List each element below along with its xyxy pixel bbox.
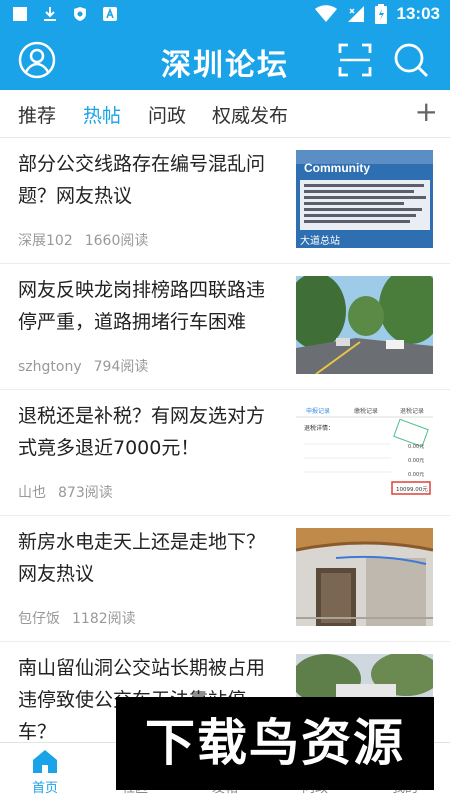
category-tabs: 推荐 热帖 问政 权威发布 + <box>0 90 450 138</box>
post-author: szhgtony <box>18 359 82 375</box>
app-title: 深圳论坛 <box>161 48 289 83</box>
tax-row-3: 0.00元 <box>408 472 424 478</box>
app-header: 深圳论坛 <box>0 30 450 90</box>
square-icon <box>13 7 27 21</box>
list-item[interactable]: 退税还是补税？有网友选对方式竟多退近7000元！ 山也 873阅读 申报记录 缴税… <box>0 390 450 516</box>
tax-tab-3: 退税记录 <box>400 407 424 415</box>
post-title[interactable]: 网友反映龙岗排榜路四联路违停严重，道路拥堵行车困难 <box>18 274 278 338</box>
post-author: 深展102 <box>18 233 73 249</box>
tax-row-1: 0.00元 <box>408 444 424 450</box>
post-thumbnail[interactable] <box>296 276 433 374</box>
tax-tab-2: 缴税记录 <box>354 407 378 415</box>
post-author: 包仔饭 <box>18 611 60 627</box>
bus-sign-footer: 大道总站 <box>300 234 340 247</box>
post-title[interactable]: 退税还是补税？有网友选对方式竟多退近7000元！ <box>18 400 278 464</box>
status-time: 13:03 <box>396 4 440 23</box>
post-author: 山也 <box>18 485 46 501</box>
post-meta: 深展102 1660阅读 <box>18 230 148 250</box>
tax-tab-1: 申报记录 <box>306 407 330 415</box>
scan-icon[interactable] <box>336 41 374 79</box>
status-left-icons <box>12 6 118 22</box>
post-meta: 包仔饭 1182阅读 <box>18 608 136 628</box>
tab-recommend[interactable]: 推荐 <box>18 101 56 128</box>
bus-sign-text: Community <box>304 161 370 175</box>
tax-heading: 退税详情： <box>304 424 334 432</box>
tax-row-2: 0.00元 <box>408 458 424 464</box>
tab-hot-posts[interactable]: 热帖 <box>83 101 121 128</box>
watermark-banner: 下载鸟资源 <box>116 697 434 790</box>
home-icon <box>33 750 57 773</box>
nav-home-label: 首页 <box>31 781 58 796</box>
shield-icon <box>74 7 86 21</box>
a-icon <box>103 7 117 21</box>
post-title[interactable]: 新房水电走天上还是走地下？网友热议 <box>18 526 278 590</box>
wifi-icon <box>314 5 337 22</box>
post-title[interactable]: 部分公交线路存在编号混乱问题？网友热议 <box>18 148 278 212</box>
status-bar: 13:03 <box>0 0 450 30</box>
list-item[interactable]: 新房水电走天上还是走地下？网友热议 包仔饭 1182阅读 <box>0 516 450 642</box>
post-meta: szhgtony 794阅读 <box>18 356 148 376</box>
signal-icon <box>347 6 364 22</box>
tab-official[interactable]: 权威发布 <box>212 101 288 128</box>
tax-highlight: 10099.00元 <box>396 486 428 493</box>
battery-icon <box>374 4 387 24</box>
search-icon[interactable] <box>392 41 430 79</box>
post-reads: 873阅读 <box>58 485 113 501</box>
add-tab-button[interactable]: + <box>415 98 438 126</box>
nav-home[interactable]: 首页 <box>0 747 90 796</box>
post-meta: 山也 873阅读 <box>18 482 113 502</box>
post-reads: 1660阅读 <box>84 233 149 249</box>
list-item[interactable]: 部分公交线路存在编号混乱问题？网友热议 深展102 1660阅读 Communit… <box>0 138 450 264</box>
post-thumbnail[interactable]: Community 大道总站 <box>296 150 433 248</box>
tab-inquiry[interactable]: 问政 <box>148 101 186 128</box>
post-thumbnail[interactable]: 申报记录 缴税记录 退税记录 退税详情： 0.00元 0.00元 0.00元 1… <box>296 402 433 500</box>
post-reads: 1182阅读 <box>72 611 136 627</box>
post-feed: 部分公交线路存在编号混乱问题？网友热议 深展102 1660阅读 Communit… <box>0 138 450 742</box>
download-icon <box>44 7 56 21</box>
post-reads: 794阅读 <box>93 359 149 375</box>
list-item[interactable]: 网友反映龙岗排榜路四联路违停严重，道路拥堵行车困难 szhgtony 794阅读 <box>0 264 450 390</box>
status-right-icons: 13:03 <box>314 4 440 24</box>
post-thumbnail[interactable] <box>296 528 433 626</box>
